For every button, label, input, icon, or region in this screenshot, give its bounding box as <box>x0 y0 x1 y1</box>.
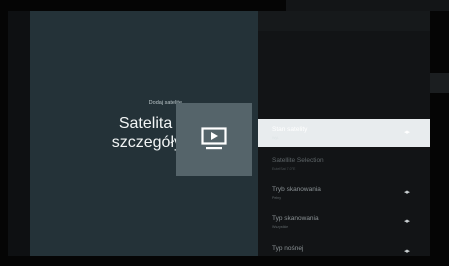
setting-value: Wył. <box>272 136 279 140</box>
setting-scan-mode[interactable]: Tryb skanowania Pełny ◂▸ <box>258 179 430 207</box>
setting-label: Typ skanowania <box>272 215 319 222</box>
setting-label: Typ nośnej <box>272 245 304 252</box>
tv-play-icon <box>176 103 252 176</box>
page-title: Satelita - szczegóły <box>111 115 182 151</box>
setting-label: Stan satelity <box>272 126 308 133</box>
setting-carrier-type[interactable]: Typ nośnej ◂▸ <box>258 238 430 266</box>
left-right-arrows-icon: ◂▸ <box>403 218 410 225</box>
setting-value: Wszystkie <box>272 225 289 229</box>
setting-label: Satellite Selection <box>272 157 324 164</box>
settings-dialog: Dodaj satelitę Satelita - szczegóły Stan… <box>8 11 430 256</box>
left-right-arrows-icon: ◂▸ <box>403 248 410 255</box>
background-strip-side <box>430 73 449 93</box>
setting-value: Pełny <box>272 196 281 200</box>
setting-value: EutelSat 7.0°E <box>272 167 296 171</box>
list-header-area <box>258 11 430 31</box>
setting-label: Tryb skanowania <box>272 186 321 193</box>
background-strip-top <box>286 0 449 11</box>
tv-screen: Dodaj satelitę Satelita - szczegóły Stan… <box>0 0 449 256</box>
settings-list: Stan satelity Wył. ◂▸ Satellite Selectio… <box>258 11 430 256</box>
left-right-arrows-icon: ◂▸ <box>403 129 410 136</box>
setting-satellite-selection[interactable]: Satellite Selection EutelSat 7.0°E <box>258 150 430 178</box>
setting-satellite-state[interactable]: Stan satelity Wył. ◂▸ <box>258 119 430 147</box>
setting-scan-type[interactable]: Typ skanowania Wszystkie ◂▸ <box>258 208 430 236</box>
left-right-arrows-icon: ◂▸ <box>403 189 410 196</box>
